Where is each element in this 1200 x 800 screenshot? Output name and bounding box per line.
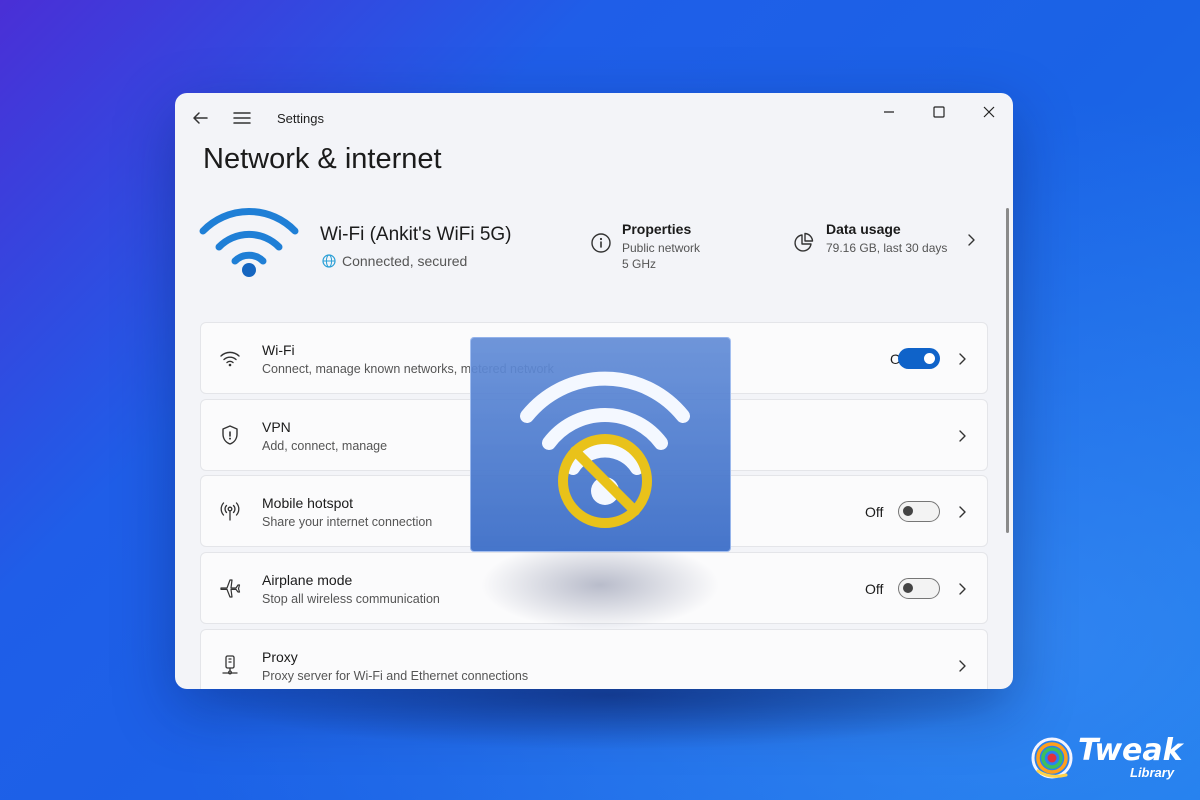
data-usage-link[interactable]: Data usage 79.16 GB, last 30 days — [792, 221, 947, 256]
row-title: Proxy — [262, 649, 298, 665]
properties-link[interactable]: Properties Public network 5 GHz — [590, 221, 700, 272]
settings-row-proxy[interactable]: Proxy Proxy server for Wi-Fi and Etherne… — [200, 629, 988, 689]
chevron-right-icon[interactable] — [964, 233, 978, 247]
no-wifi-overlay — [470, 337, 731, 552]
minimize-icon[interactable] — [878, 101, 900, 123]
row-subtitle: Add, connect, manage — [262, 439, 388, 453]
mobile-hotspot-toggle[interactable] — [898, 501, 940, 522]
wifi-toggle[interactable] — [898, 348, 940, 369]
close-icon[interactable] — [978, 101, 1000, 123]
connection-state-label: Connected, secured — [342, 253, 468, 269]
wifi-blocked-icon — [520, 371, 690, 528]
chevron-right-icon[interactable] — [955, 659, 969, 673]
globe-icon — [322, 254, 336, 268]
airplane-icon — [220, 579, 241, 598]
network-band: 5 GHz — [622, 257, 657, 271]
brand-subtitle: Library — [1130, 765, 1175, 780]
toggle-state-label: Off — [865, 581, 884, 597]
pie-chart-icon — [794, 232, 814, 252]
proxy-icon — [222, 655, 238, 675]
network-profile: Public network — [622, 241, 701, 255]
maximize-icon[interactable] — [928, 101, 950, 123]
row-subtitle: Share your internet connection — [262, 515, 433, 529]
row-subtitle: Stop all wireless communication — [262, 592, 440, 606]
data-usage-title: Data usage — [826, 221, 901, 237]
chevron-right-icon[interactable] — [955, 429, 969, 443]
row-title: VPN — [262, 419, 291, 435]
toggle-knob — [903, 583, 913, 593]
tweak-library-logo-icon — [1031, 737, 1073, 779]
network-name: Wi-Fi (Ankit's WiFi 5G) — [320, 224, 512, 245]
row-title: Airplane mode — [262, 572, 353, 588]
row-title: Wi-Fi — [262, 342, 295, 358]
wifi-status-icon — [199, 208, 299, 277]
brand-logo: Tweak Library — [1030, 733, 1190, 785]
data-usage-detail: 79.16 GB, last 30 days — [826, 241, 948, 255]
wifi-icon — [220, 351, 240, 367]
toggle-knob — [924, 353, 935, 364]
chevron-right-icon[interactable] — [955, 352, 969, 366]
shield-icon — [222, 425, 238, 445]
page-title: Network & internet — [203, 143, 442, 175]
properties-title: Properties — [622, 221, 692, 237]
brand-name: Tweak — [1078, 733, 1183, 768]
row-subtitle: Proxy server for Wi-Fi and Ethernet conn… — [262, 669, 529, 683]
hamburger-menu-icon[interactable] — [232, 108, 252, 128]
info-icon — [591, 233, 611, 253]
hotspot-icon — [220, 502, 240, 521]
airplane-mode-toggle[interactable] — [898, 578, 940, 599]
title-bar: Settings — [175, 93, 1013, 141]
toggle-knob — [903, 506, 913, 516]
back-arrow-icon[interactable] — [189, 107, 211, 129]
overlay-shadow — [480, 540, 720, 630]
chevron-right-icon[interactable] — [955, 505, 969, 519]
toggle-state-label: Off — [865, 504, 884, 520]
row-title: Mobile hotspot — [262, 495, 354, 511]
scrollbar[interactable] — [1006, 208, 1009, 533]
chevron-right-icon[interactable] — [955, 582, 969, 596]
app-title: Settings — [277, 111, 324, 126]
connection-status: Connected, secured — [322, 253, 467, 269]
